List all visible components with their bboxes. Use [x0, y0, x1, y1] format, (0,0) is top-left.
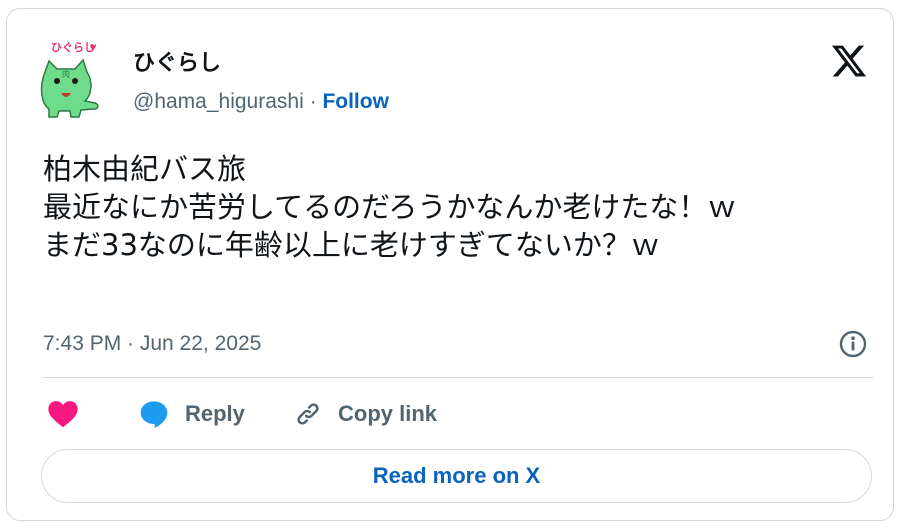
handle-separator: · [309, 90, 317, 113]
avatar-badge-text: ひぐらし [51, 41, 95, 54]
follow-button[interactable]: Follow [322, 90, 389, 113]
avatar[interactable]: ひぐらし 肉 [37, 37, 103, 119]
handle-row: @hama_higurashi · Follow [133, 89, 389, 115]
info-icon[interactable] [838, 329, 868, 359]
x-logo-icon[interactable] [829, 42, 869, 80]
like-button[interactable] [47, 396, 79, 432]
link-icon [297, 403, 319, 425]
heart-icon [48, 401, 78, 428]
tweet-card: ひぐらし 肉 ひぐらし @hama_higurashi · Follow 柏木由… [6, 8, 894, 521]
avatar-cat-body [40, 58, 99, 118]
tweet-text: 柏木由紀バス旅 最近なにか苦労してるのだろうかなんか老けたな！ｗ まだ33なのに… [43, 152, 737, 262]
read-more-button[interactable]: Read more on X [41, 449, 872, 503]
avatar-face-text: 肉 [62, 69, 70, 79]
reply-bubble-icon [140, 401, 168, 428]
read-more-label: Read more on X [372, 463, 541, 488]
reply-label: Reply [185, 401, 245, 426]
user-handle[interactable]: @hama_higurashi [133, 90, 304, 113]
timestamp[interactable]: 7:43 PM · Jun 22, 2025 [43, 331, 261, 357]
reply-button[interactable]: Reply [137, 396, 245, 432]
copy-link-button[interactable]: Copy link [292, 396, 437, 432]
display-name[interactable]: ひぐらし [133, 50, 221, 76]
copy-link-label: Copy link [338, 401, 438, 426]
divider [43, 377, 873, 378]
